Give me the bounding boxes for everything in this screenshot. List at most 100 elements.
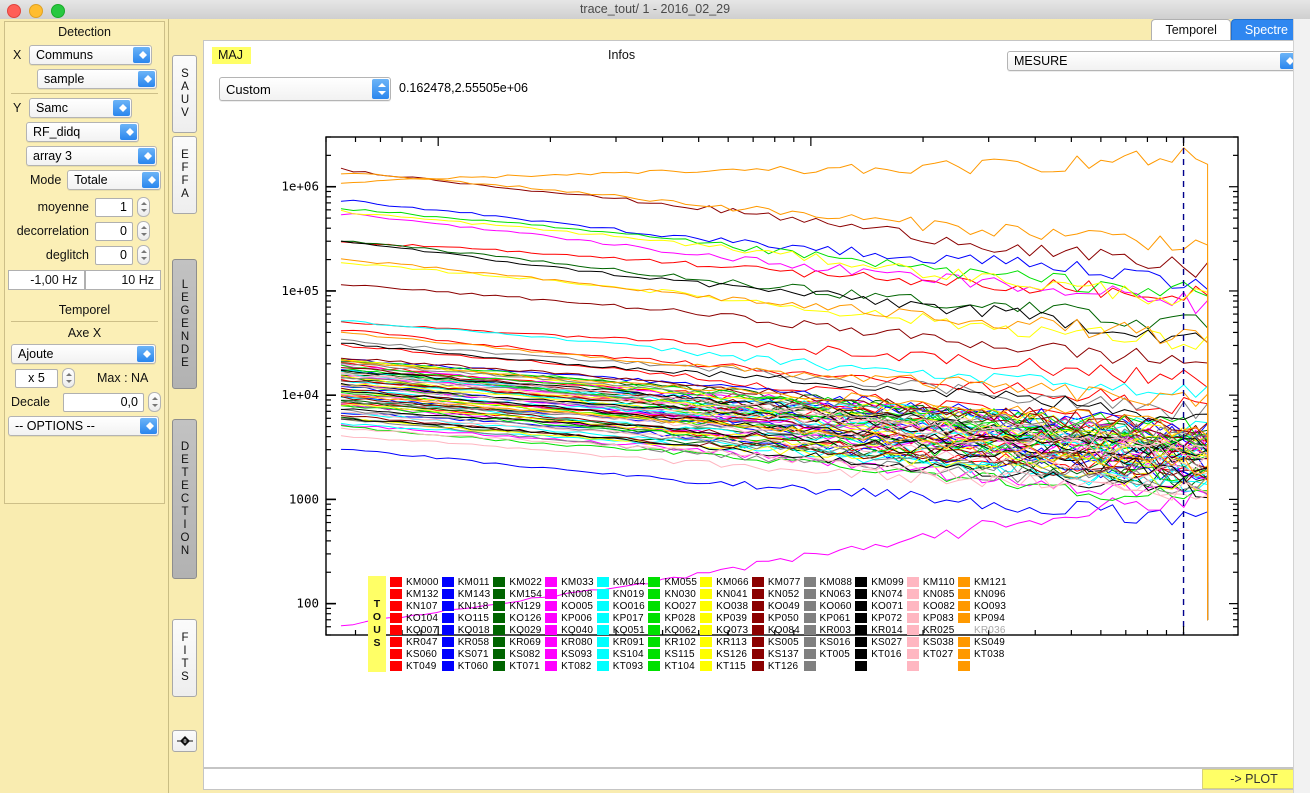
legend-color-swatch[interactable]: [545, 649, 557, 659]
window-scrollbar[interactable]: [1293, 19, 1310, 793]
legend-color-swatch[interactable]: [907, 577, 919, 587]
legend-color-swatch[interactable]: [442, 637, 454, 647]
legend-color-swatch[interactable]: [700, 637, 712, 647]
legend-color-swatch[interactable]: [390, 649, 402, 659]
legend-item[interactable]: KP094: [958, 612, 1007, 624]
legend-color-swatch[interactable]: [390, 613, 402, 623]
legend-color-swatch[interactable]: [804, 589, 816, 599]
legend-item[interactable]: KT126: [752, 660, 801, 672]
toolstrip-button-fits[interactable]: FITS: [172, 619, 197, 697]
legend-item[interactable]: KR069: [493, 636, 542, 648]
legend-item[interactable]: KT016: [855, 648, 904, 660]
legend-color-swatch[interactable]: [700, 601, 712, 611]
toolstrip-button-detection[interactable]: DETECTION: [172, 419, 197, 579]
legend-color-swatch[interactable]: [493, 589, 505, 599]
legend-color-swatch[interactable]: [855, 637, 867, 647]
range-preset-select[interactable]: Custom: [219, 77, 391, 101]
legend-color-swatch[interactable]: [597, 661, 609, 671]
spectrum-plot[interactable]: 10010001e+041e+051e+060.1110: [270, 135, 1240, 640]
legend-color-swatch[interactable]: [855, 589, 867, 599]
legend-item[interactable]: KR047: [390, 636, 439, 648]
legend-color-swatch[interactable]: [545, 589, 557, 599]
legend-item[interactable]: KP061: [804, 612, 853, 624]
mode-select[interactable]: Totale: [67, 170, 161, 190]
legend-color-swatch[interactable]: [700, 577, 712, 587]
legend-item[interactable]: KM055: [648, 576, 697, 588]
legend-color-swatch[interactable]: [493, 625, 505, 635]
legend-color-swatch[interactable]: [442, 601, 454, 611]
legend-color-swatch[interactable]: [648, 625, 660, 635]
legend-item[interactable]: KN041: [700, 588, 749, 600]
legend-item[interactable]: KR091: [597, 636, 646, 648]
legend-item[interactable]: [804, 660, 853, 672]
legend-item[interactable]: KR025: [907, 624, 955, 636]
legend-color-swatch[interactable]: [700, 661, 712, 671]
legend-item[interactable]: KT115: [700, 660, 749, 672]
legend-color-swatch[interactable]: [493, 661, 505, 671]
legend-color-swatch[interactable]: [958, 649, 970, 659]
legend-color-swatch[interactable]: [493, 637, 505, 647]
legend-color-swatch[interactable]: [958, 625, 970, 635]
legend-item[interactable]: KT071: [493, 660, 542, 672]
legend-item[interactable]: KO093: [958, 600, 1007, 612]
legend-color-swatch[interactable]: [648, 601, 660, 611]
legend-color-swatch[interactable]: [597, 577, 609, 587]
legend-color-swatch[interactable]: [390, 637, 402, 647]
legend-item[interactable]: KT005: [804, 648, 853, 660]
legend-item[interactable]: KM143: [442, 588, 491, 600]
legend-item[interactable]: KO049: [752, 600, 801, 612]
legend-color-swatch[interactable]: [700, 613, 712, 623]
legend-color-swatch[interactable]: [804, 625, 816, 635]
legend-item[interactable]: [907, 660, 955, 672]
legend-color-swatch[interactable]: [390, 577, 402, 587]
legend-color-swatch[interactable]: [855, 625, 867, 635]
y-array-select[interactable]: array 3: [26, 146, 157, 166]
legend-color-swatch[interactable]: [597, 601, 609, 611]
legend-color-swatch[interactable]: [907, 601, 919, 611]
legend-item[interactable]: KN085: [907, 588, 955, 600]
legend-item[interactable]: KS016: [804, 636, 853, 648]
legend-color-swatch[interactable]: [442, 613, 454, 623]
legend-item[interactable]: KM110: [907, 576, 955, 588]
legend-color-swatch[interactable]: [390, 625, 402, 635]
legend-color-swatch[interactable]: [545, 613, 557, 623]
legend-item[interactable]: KQ040: [545, 624, 594, 636]
legend-color-swatch[interactable]: [907, 649, 919, 659]
legend-item[interactable]: KR003: [804, 624, 853, 636]
legend-color-swatch[interactable]: [390, 661, 402, 671]
legend-item[interactable]: KM033: [545, 576, 594, 588]
legend-color-swatch[interactable]: [855, 601, 867, 611]
decorrelation-stepper[interactable]: [137, 221, 150, 241]
legend-color-swatch[interactable]: [648, 661, 660, 671]
toolstrip-button-sauv[interactable]: SAUV: [172, 55, 197, 133]
legend-color-swatch[interactable]: [545, 637, 557, 647]
legend-color-swatch[interactable]: [907, 637, 919, 647]
legend-item[interactable]: KO104: [390, 612, 439, 624]
legend-item[interactable]: KN008: [545, 588, 594, 600]
legend-item[interactable]: KT104: [648, 660, 697, 672]
legend-color-swatch[interactable]: [597, 589, 609, 599]
legend-item[interactable]: KT038: [958, 648, 1007, 660]
legend-color-swatch[interactable]: [493, 601, 505, 611]
legend-color-swatch[interactable]: [752, 577, 764, 587]
legend-item[interactable]: KS060: [390, 648, 439, 660]
legend-item[interactable]: KS027: [855, 636, 904, 648]
legend-item[interactable]: KR058: [442, 636, 491, 648]
maj-badge[interactable]: MAJ: [212, 47, 251, 64]
legend-item[interactable]: KS137: [752, 648, 801, 660]
legend-color-swatch[interactable]: [804, 637, 816, 647]
mesure-select[interactable]: MESURE: [1007, 51, 1299, 71]
legend-color-swatch[interactable]: [855, 649, 867, 659]
legend-item[interactable]: KN129: [493, 600, 542, 612]
legend-item[interactable]: KN030: [648, 588, 697, 600]
legend-item[interactable]: KO027: [648, 600, 697, 612]
legend-item[interactable]: KM154: [493, 588, 542, 600]
legend-color-swatch[interactable]: [597, 637, 609, 647]
legend-color-swatch[interactable]: [907, 625, 919, 635]
legend-item[interactable]: KN074: [855, 588, 904, 600]
deglitch-stepper[interactable]: [137, 245, 150, 265]
legend-item[interactable]: KN063: [804, 588, 853, 600]
toolstrip-button-effa[interactable]: EFFA: [172, 136, 197, 214]
legend-item[interactable]: KM011: [442, 576, 491, 588]
legend-item[interactable]: KM044: [597, 576, 646, 588]
